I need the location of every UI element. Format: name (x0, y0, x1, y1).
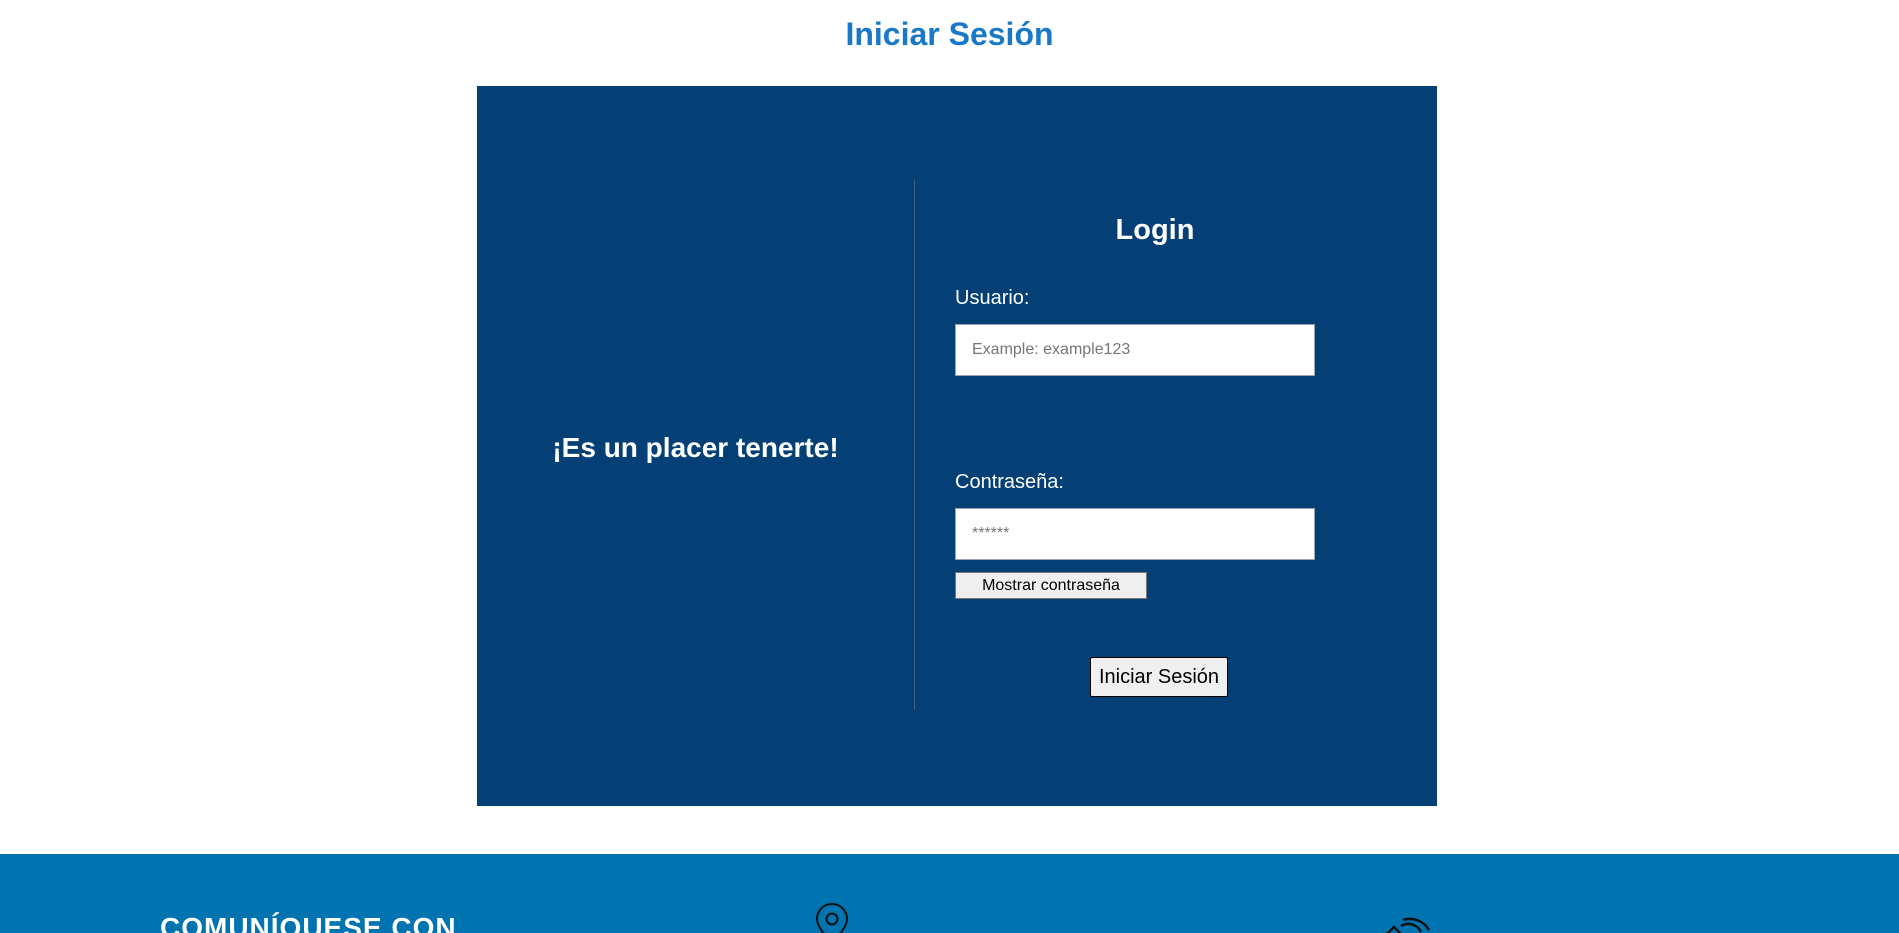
username-label: Usuario: (955, 287, 1030, 309)
show-password-button[interactable]: Mostrar contraseña (955, 572, 1147, 599)
wifi-home-icon (1386, 917, 1431, 933)
password-input[interactable] (955, 508, 1315, 560)
panel-divider (914, 180, 915, 710)
password-label: Contraseña: (955, 471, 1064, 493)
footer-heading: COMUNÍQUESE CON (160, 912, 457, 933)
location-pin-icon (815, 902, 849, 933)
login-heading: Login (1115, 214, 1195, 246)
welcome-message: ¡Es un placer tenerte! (552, 432, 839, 463)
login-submit-button[interactable]: Iniciar Sesión (1090, 657, 1228, 697)
page-title: Iniciar Sesión (845, 16, 1054, 52)
username-input[interactable] (955, 324, 1315, 376)
footer: COMUNÍQUESE CON (0, 854, 1899, 933)
login-panel: ¡Es un placer tenerte! Login Usuario: Co… (477, 86, 1437, 806)
